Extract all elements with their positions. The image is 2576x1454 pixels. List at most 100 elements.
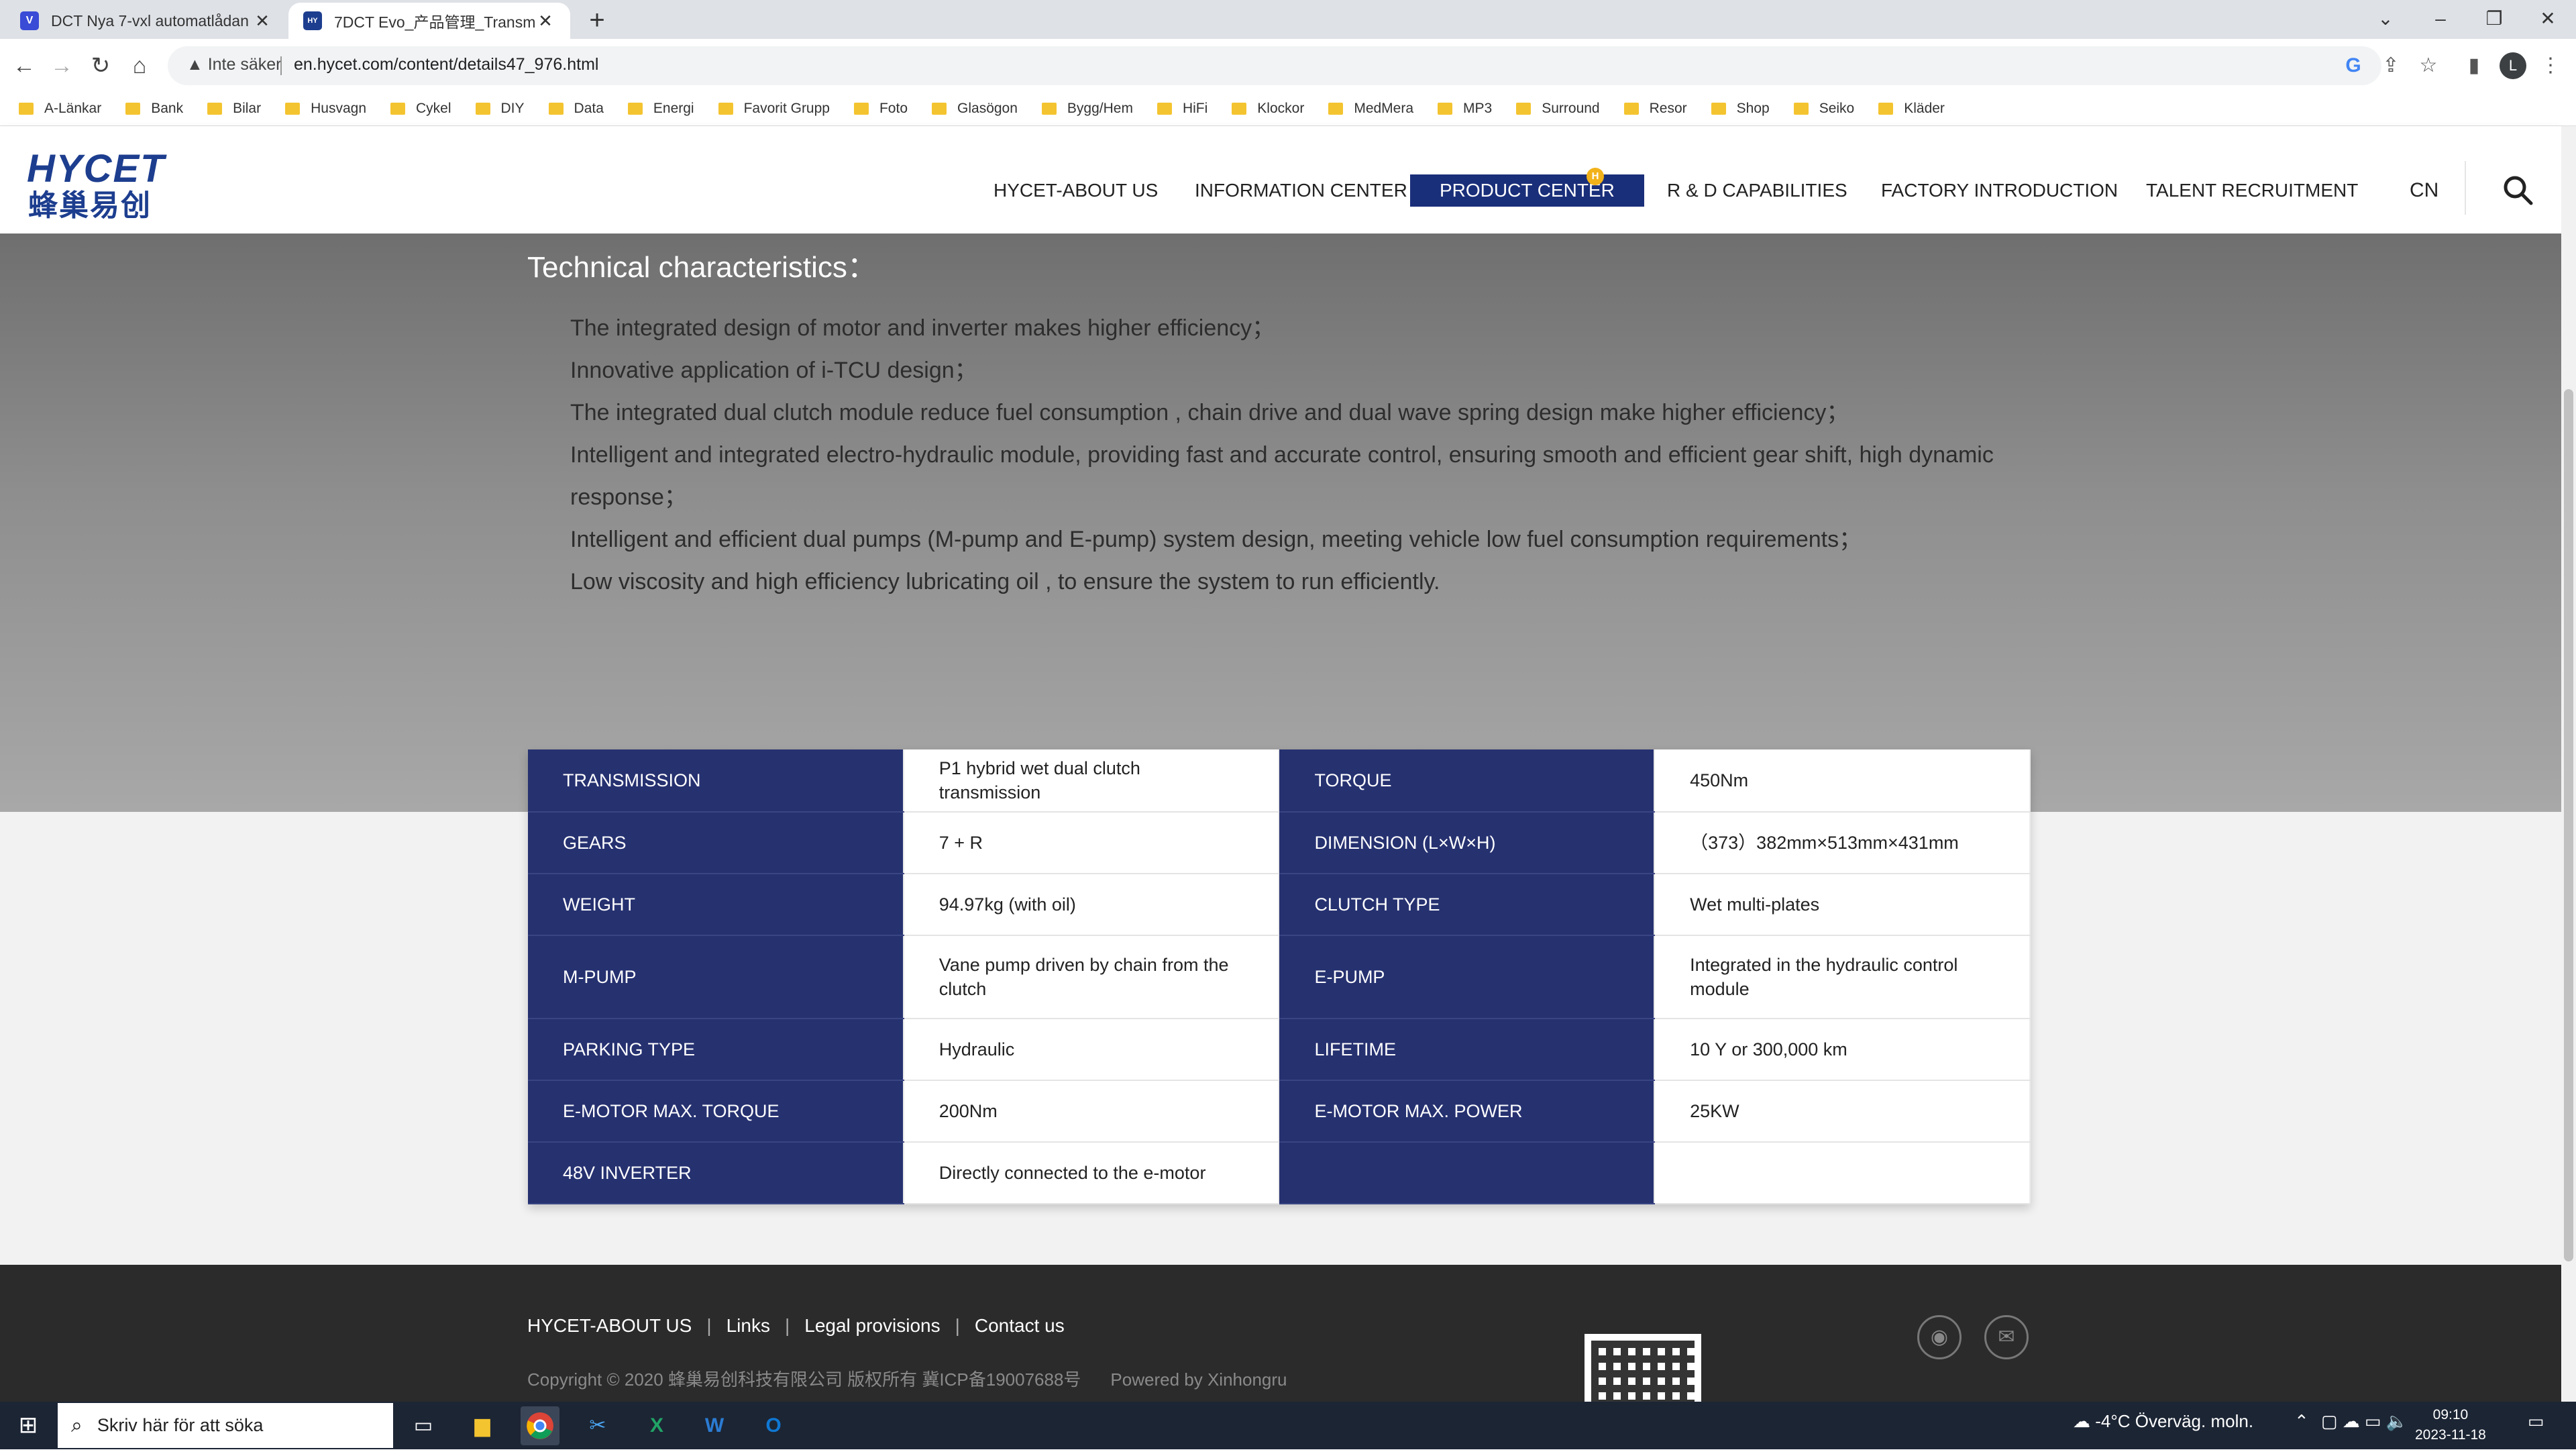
share-icon[interactable]: ⇪	[2375, 50, 2407, 82]
footer-link-legal[interactable]: Legal provisions	[804, 1315, 940, 1336]
folder-icon	[718, 102, 733, 115]
chrome-icon[interactable]	[521, 1406, 559, 1445]
footer-link-contact[interactable]: Contact us	[975, 1315, 1065, 1336]
bookmark-item[interactable]: MP3	[1438, 101, 1492, 117]
snipping-tool-icon[interactable]: ✂	[578, 1406, 617, 1445]
nav-factory-introduction[interactable]: FACTORY INTRODUCTION	[1881, 174, 2118, 207]
folder-icon	[19, 102, 34, 115]
bookmark-item[interactable]: A-Länkar	[19, 101, 101, 117]
minimize-button[interactable]: –	[2414, 0, 2467, 39]
weibo-icon[interactable]: ◉	[1917, 1315, 1962, 1359]
browser-tab-2[interactable]: HY 7DCT Evo_产品管理_Transmissio ✕	[288, 3, 570, 39]
bookmark-item[interactable]: Data	[548, 101, 604, 117]
bookmark-item[interactable]: Bank	[125, 101, 183, 117]
tab-close-icon[interactable]: ✕	[252, 11, 272, 32]
bookmark-item[interactable]: Energi	[627, 101, 694, 117]
folder-icon	[1623, 102, 1639, 115]
notifications-icon[interactable]: ▭	[2528, 1411, 2544, 1432]
search-icon[interactable]	[2501, 173, 2534, 207]
list-item: Intelligent and integrated electro-hydra…	[570, 442, 1994, 468]
nav-product-center[interactable]: PRODUCT CENTER	[1410, 174, 1644, 207]
close-window-button[interactable]: ✕	[2521, 0, 2575, 39]
restore-button[interactable]: ❐	[2467, 0, 2521, 39]
bookmark-item[interactable]: Foto	[853, 101, 908, 117]
bookmark-item[interactable]: MedMera	[1328, 101, 1413, 117]
bookmark-star-icon[interactable]: ☆	[2412, 50, 2445, 82]
nav-rd-capabilities[interactable]: R & D CAPABILITIES	[1667, 174, 1847, 207]
hycet-logo[interactable]: HYCET 蜂巢易创	[27, 146, 181, 222]
bookmark-item[interactable]: Favorit Grupp	[718, 101, 830, 117]
weather-widget[interactable]: ☁ -4°C Överväg. moln.	[2073, 1411, 2253, 1432]
nav-talent-recruitment[interactable]: TALENT RECRUITMENT	[2146, 174, 2358, 207]
folder-icon	[475, 102, 490, 115]
scrollbar-thumb[interactable]	[2564, 389, 2573, 1261]
bookmark-item[interactable]: HiFi	[1157, 101, 1208, 117]
footer-link-links[interactable]: Links	[727, 1315, 770, 1336]
back-arrow-icon[interactable]: ←	[7, 48, 42, 83]
new-tab-button[interactable]: +	[582, 5, 612, 35]
menu-kebab-icon[interactable]: ⋮	[2534, 50, 2567, 82]
bookmark-item[interactable]: Klockor	[1232, 101, 1304, 117]
powered-by[interactable]: Powered by Xinhongru	[1110, 1369, 1287, 1390]
table-row: E-MOTOR MAX. TORQUE 200Nm E-MOTOR MAX. POW…	[528, 1080, 2031, 1143]
home-icon[interactable]: ⌂	[122, 48, 157, 83]
spec-value: P1 hybrid wet dual clutch transmission	[903, 749, 1280, 813]
folder-icon	[1516, 102, 1532, 115]
bookmark-item[interactable]: Kläder	[1878, 101, 1945, 117]
table-row: TRANSMISSION P1 hybrid wet dual clutch tr…	[528, 749, 2031, 813]
browser-tab-1[interactable]: V DCT Nya 7-vxl automatlådan - S ✕	[5, 3, 287, 39]
bookmark-item[interactable]: Seiko	[1793, 101, 1854, 117]
nav-about-us[interactable]: HYCET-ABOUT US	[994, 174, 1158, 207]
copyright-line: Copyright © 2020 蜂巢易创科技有限公司 版权所有 冀ICP备19…	[527, 1366, 1287, 1391]
spec-value: 94.97kg (with oil)	[903, 874, 1280, 936]
spec-value: Vane pump driven by chain from the clutc…	[903, 935, 1280, 1019]
tab-title: 7DCT Evo_产品管理_Transmissio	[334, 13, 535, 31]
profile-avatar[interactable]: L	[2500, 52, 2526, 79]
bookmark-item[interactable]: Cykel	[390, 101, 451, 117]
windows-start-icon[interactable]: ⊞	[0, 1402, 56, 1449]
spec-value: 200Nm	[903, 1080, 1280, 1143]
folder-icon	[1438, 102, 1453, 115]
bookmark-item[interactable]: Resor	[1623, 101, 1687, 117]
copyright-text: Copyright © 2020 蜂巢易创科技有限公司 版权所有 冀ICP备19…	[527, 1369, 1081, 1390]
bookmark-item[interactable]: Shop	[1711, 101, 1770, 117]
bookmark-item[interactable]: DIY	[475, 101, 525, 117]
spec-label: E-MOTOR MAX. TORQUE	[528, 1080, 904, 1143]
folder-icon	[627, 102, 643, 115]
tab-search-chevron-icon[interactable]: ⌄	[2359, 0, 2412, 39]
google-translate-icon[interactable]: G	[2337, 50, 2369, 82]
word-icon[interactable]: W	[695, 1406, 734, 1445]
reload-icon[interactable]: ↻	[83, 48, 118, 83]
url-text[interactable]: en.hycet.com/content/details47_976.html	[294, 55, 598, 74]
qr-code	[1585, 1334, 1701, 1402]
spec-value: 25KW	[1654, 1080, 2031, 1143]
spec-label: PARKING TYPE	[528, 1019, 904, 1081]
outlook-icon[interactable]: O	[754, 1406, 793, 1445]
bookmark-item[interactable]: Husvagn	[285, 101, 366, 117]
taskbar-search-box[interactable]: ⌕ Skriv här för att söka	[58, 1403, 393, 1448]
not-secure-label[interactable]: ▲ Inte säker	[186, 55, 281, 74]
nav-information-center[interactable]: INFORMATION CENTER	[1195, 174, 1407, 207]
tray-icons[interactable]: ▢ ☁ ▭ 🔈	[2321, 1411, 2408, 1432]
forward-arrow-icon[interactable]: →	[44, 48, 79, 83]
bookmark-item[interactable]: Surround	[1516, 101, 1600, 117]
task-view-icon[interactable]: ▭	[404, 1406, 443, 1445]
tray-chevron-icon[interactable]: ⌃	[2294, 1411, 2309, 1432]
tab-close-icon[interactable]: ✕	[535, 11, 555, 32]
table-row: 48V INVERTER Directly connected to the e-…	[528, 1142, 2031, 1204]
excel-icon[interactable]: X	[637, 1406, 676, 1445]
language-switch-cn[interactable]: CN	[2410, 174, 2438, 207]
spec-value: 450Nm	[1654, 749, 2031, 813]
footer-link-about[interactable]: HYCET-ABOUT US	[527, 1315, 692, 1336]
bookmark-item[interactable]: Bilar	[207, 101, 261, 117]
folder-icon	[932, 102, 947, 115]
file-explorer-icon[interactable]: ▆	[463, 1406, 502, 1445]
bookmark-item[interactable]: Glasögon	[932, 101, 1018, 117]
bookmark-item[interactable]: Bygg/Hem	[1041, 101, 1133, 117]
folder-icon	[1328, 102, 1344, 115]
wechat-icon[interactable]: ✉	[1984, 1315, 2029, 1359]
omnibox[interactable]: ▲ Inte säker en.hycet.com/content/detail…	[168, 46, 2381, 85]
side-panel-icon[interactable]: ▮	[2458, 50, 2490, 82]
spec-label: DIMENSION (L×W×H)	[1279, 812, 1656, 874]
taskbar-clock[interactable]: 09:10 2023-11-18	[2415, 1405, 2486, 1445]
